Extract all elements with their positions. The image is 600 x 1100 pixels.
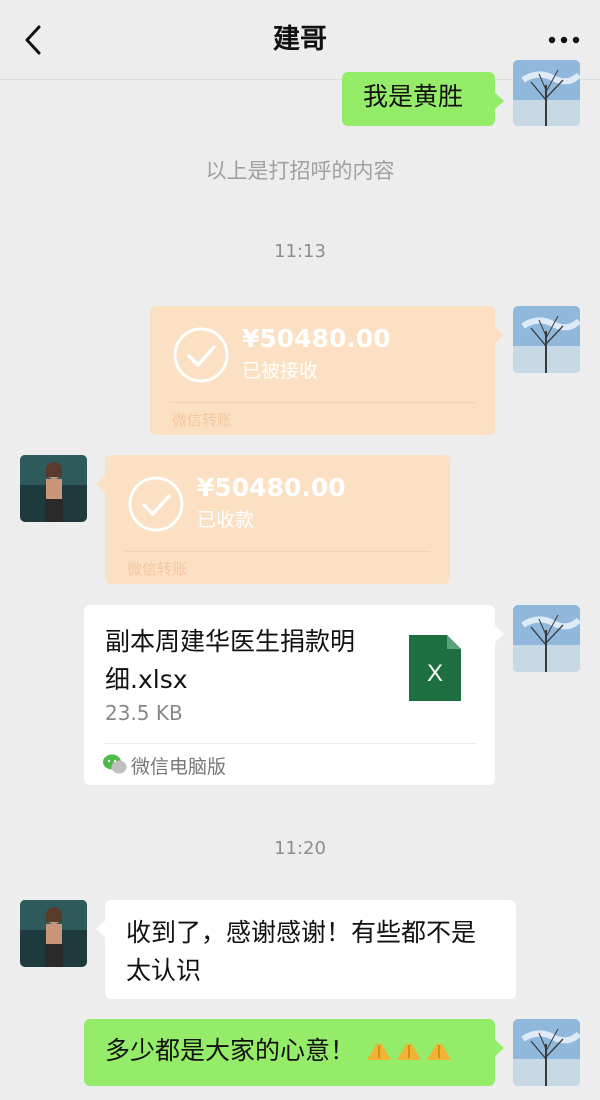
transfer-card-sent[interactable]: ¥50480.00 已被接收 微信转账	[150, 306, 504, 435]
transfer-label: 微信转账	[172, 411, 233, 429]
timestamp: 11:20	[274, 838, 326, 859]
divider	[170, 402, 475, 403]
file-source-label: 微信电脑版	[131, 756, 227, 778]
file-name: 副本周建华医生捐款明细.xlsx	[105, 627, 356, 694]
divider	[104, 743, 477, 744]
message-text: 多少都是大家的心意！	[105, 1036, 356, 1065]
timestamp: 11:13	[274, 241, 326, 262]
transfer-card-received[interactable]: ¥50480.00 已收款 微信转账	[96, 455, 450, 584]
chat-title: 建哥	[273, 24, 327, 55]
transfer-amount: ¥50480.00	[242, 324, 391, 353]
self-avatar[interactable]	[513, 306, 580, 373]
top-bar: 建哥	[0, 0, 600, 80]
divider	[125, 551, 430, 552]
contact-avatar[interactable]	[20, 900, 87, 967]
transfer-status: 已被接收	[242, 360, 319, 382]
excel-file-icon: X	[409, 635, 461, 701]
self-avatar[interactable]	[513, 605, 580, 672]
self-avatar[interactable]	[513, 1019, 580, 1086]
excel-letter: X	[427, 660, 443, 687]
praying-hands-emoji	[396, 1043, 421, 1060]
self-avatar[interactable]	[513, 60, 580, 126]
check-circle-icon	[128, 476, 184, 532]
received-message-bubble[interactable]: 收到了，感谢感谢！有些都不是太认识	[96, 900, 516, 999]
check-circle-icon	[173, 327, 229, 383]
file-message-card[interactable]: 副本周建华医生捐款明细.xlsx 23.5 KB X 微信电脑版	[84, 605, 504, 785]
message-text: 我是黄胜	[363, 82, 464, 111]
system-note: 以上是打招呼的内容	[205, 159, 395, 183]
file-size: 23.5 KB	[105, 701, 183, 725]
transfer-label: 微信转账	[127, 560, 188, 578]
more-dots-icon[interactable]	[542, 24, 586, 56]
transfer-status: 已收款	[197, 509, 255, 531]
contact-avatar[interactable]	[20, 455, 87, 522]
transfer-amount: ¥50480.00	[197, 473, 346, 502]
sent-message-bubble[interactable]: 多少都是大家的心意！	[84, 1019, 504, 1086]
praying-hands-emoji	[366, 1043, 391, 1060]
praying-hands-emoji	[426, 1043, 451, 1060]
sent-message-bubble[interactable]: 我是黄胜	[342, 72, 504, 126]
wechat-icon	[103, 754, 127, 774]
message-text: 收到了，感谢感谢！有些都不是太认识	[126, 918, 477, 985]
